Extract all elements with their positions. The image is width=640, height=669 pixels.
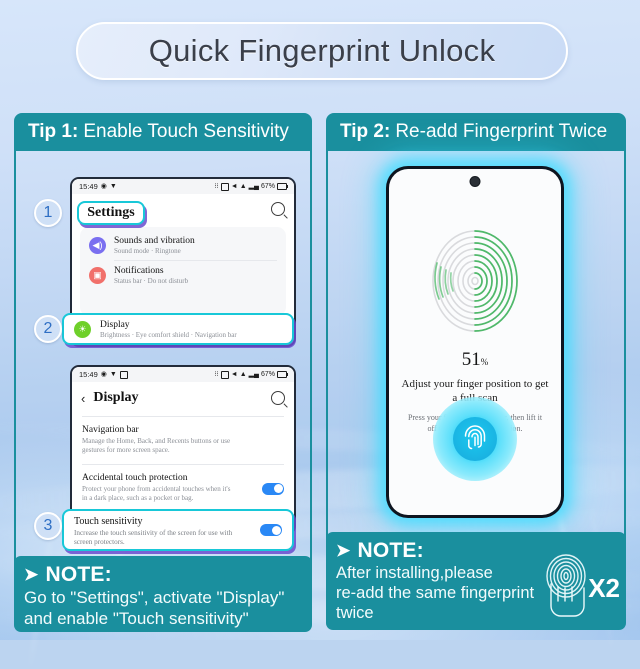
- sound-icon: ◀): [89, 237, 106, 254]
- fingerprint-sensor-icon: [453, 417, 497, 461]
- fingerprint-screen: 51% Adjust your finger position to get a…: [389, 169, 561, 515]
- fingerprint-phone: 51% Adjust your finger position to get a…: [386, 166, 564, 518]
- status-bar-right: ⁝⁝ ◄ ▲ ▂▄ 67%: [214, 182, 288, 191]
- divider: [82, 464, 284, 465]
- wifi-icon: ▲: [239, 183, 247, 190]
- battery-icon: [277, 183, 288, 190]
- battery-icon: [277, 371, 288, 378]
- tip1-note-line: and enable "Touch sensitivity": [24, 609, 249, 628]
- notification-icon: ▣: [89, 267, 106, 284]
- status-bar-right: ⁝⁝ ◄ ▲ ▂▄ 67%: [214, 370, 288, 379]
- divider: [82, 416, 284, 417]
- battery-percent: 67%: [260, 183, 275, 190]
- hand-fingerprint-icon: X2: [524, 554, 620, 624]
- display-item-title: Navigation bar: [82, 425, 139, 435]
- tip2-note: ➤ NOTE: After installing,please re-add t…: [326, 532, 626, 630]
- page-title: Quick Fingerprint Unlock: [148, 33, 496, 68]
- tip2-label-text: Re-add Fingerprint Twice: [395, 121, 608, 142]
- touch-sensitivity-toggle[interactable]: [260, 524, 282, 536]
- display-title-row: ‹ Display: [72, 382, 294, 414]
- tip1-label-text: Enable Touch Sensitivity: [83, 121, 289, 142]
- mute-icon: ◄: [230, 371, 238, 378]
- x2-badge: X2: [588, 573, 620, 603]
- fingerprint-progress-icon: [429, 227, 521, 335]
- display-icon: ☀: [74, 320, 91, 338]
- scan-percent-unit: %: [480, 357, 489, 367]
- search-icon[interactable]: [271, 391, 285, 405]
- fingerprint-sensor-button[interactable]: [433, 397, 517, 481]
- search-icon[interactable]: [271, 202, 285, 216]
- settings-item-title: Notifications: [114, 266, 164, 276]
- signal-icon: ▂▄: [248, 183, 259, 190]
- display-title: Display: [93, 390, 139, 405]
- status-bar: 15:49 ◉ ▼ ⁝⁝ ◄ ▲ ▂▄ 67%: [72, 179, 294, 194]
- settings-item-notifications[interactable]: ▣ Notifications Status bar · Do not dist…: [80, 261, 286, 290]
- display-row-subtitle: Brightness · Eye comfort shield · Naviga…: [100, 330, 237, 339]
- tip1-note: ➤ NOTE: Go to "Settings", activate "Disp…: [14, 556, 312, 632]
- network-icon: ⁝⁝: [214, 183, 219, 190]
- step-number-1: 1: [34, 199, 62, 227]
- signal-icon: ▂▄: [248, 371, 259, 378]
- page-title-pill: Quick Fingerprint Unlock: [76, 22, 568, 80]
- tip2-note-heading: NOTE:: [357, 539, 424, 562]
- scan-percent: 51%: [389, 349, 561, 371]
- step-number-2: 2: [34, 315, 62, 343]
- display-item-subtitle: Manage the Home, Back, and Recents butto…: [82, 437, 231, 454]
- display-item-title: Accidental touch protection: [82, 473, 188, 483]
- arrow-right-icon: ➤: [336, 541, 351, 560]
- tip1-label-prefix: Tip 1:: [28, 121, 79, 142]
- display-item-subtitle: Protect your phone from accidental touch…: [82, 485, 231, 502]
- status-bar: 15:49 ◉ ▼ ⁝⁝ ◄ ▲ ▂▄ 67%: [72, 367, 294, 382]
- status-bar-left: 15:49 ◉ ▼: [79, 370, 128, 379]
- alarm-icon: ◉: [100, 371, 107, 378]
- sim-icon: [220, 182, 229, 191]
- tip1-note-line: Go to "Settings", activate "Display": [24, 588, 285, 607]
- tip1-header: Tip 1: Enable Touch Sensitivity: [14, 113, 312, 151]
- tip2-header: Tip 2: Re-add Fingerprint Twice: [326, 113, 626, 151]
- front-camera-icon: [469, 176, 481, 187]
- status-time: 15:49: [79, 370, 98, 379]
- arrow-right-icon: ➤: [24, 565, 39, 584]
- download-icon: ▼: [109, 371, 117, 378]
- tip1-note-header: ➤ NOTE:: [24, 563, 302, 587]
- tip2-label-prefix: Tip 2:: [340, 121, 391, 142]
- display-row-highlight[interactable]: ☀ Display Brightness · Eye comfort shiel…: [62, 313, 294, 345]
- display-item-accidental-touch[interactable]: Accidental touch protection Protect your…: [72, 467, 294, 510]
- display-row-title: Display: [100, 319, 130, 330]
- settings-title: Settings: [87, 205, 135, 220]
- tip1-note-heading: NOTE:: [45, 563, 112, 586]
- mute-icon: ◄: [230, 183, 238, 190]
- status-time: 15:49: [79, 182, 98, 191]
- touch-sensitivity-highlight[interactable]: Touch sensitivity Increase the touch sen…: [62, 509, 294, 551]
- touch-sensitivity-title: Touch sensitivity: [74, 516, 143, 527]
- download-icon: ▼: [109, 183, 117, 190]
- status-bar-left: 15:49 ◉ ▼: [79, 182, 117, 191]
- alarm-icon: ◉: [100, 183, 107, 190]
- touch-sensitivity-subtitle: Increase the touch sensitivity of the sc…: [74, 529, 233, 546]
- back-arrow-icon[interactable]: ‹: [81, 392, 85, 405]
- settings-item-subtitle: Status bar · Do not disturb: [114, 277, 189, 285]
- settings-item-subtitle: Sound mode · Ringtone: [114, 247, 181, 255]
- accidental-touch-toggle[interactable]: [262, 482, 284, 495]
- screenshot-icon: [119, 370, 128, 379]
- settings-card: ◀) Sounds and vibration Sound mode · Rin…: [80, 227, 286, 316]
- display-item-navbar[interactable]: Navigation bar Manage the Home, Back, an…: [72, 419, 294, 462]
- sim-icon: [220, 370, 229, 379]
- network-icon: ⁝⁝: [214, 371, 219, 378]
- step-number-3: 3: [34, 512, 62, 540]
- settings-title-highlight: Settings: [77, 201, 145, 225]
- wifi-icon: ▲: [239, 371, 247, 378]
- settings-item-title: Sounds and vibration: [114, 236, 195, 246]
- settings-item-sounds[interactable]: ◀) Sounds and vibration Sound mode · Rin…: [80, 231, 286, 260]
- battery-percent: 67%: [260, 371, 275, 378]
- scan-percent-value: 51: [461, 349, 481, 370]
